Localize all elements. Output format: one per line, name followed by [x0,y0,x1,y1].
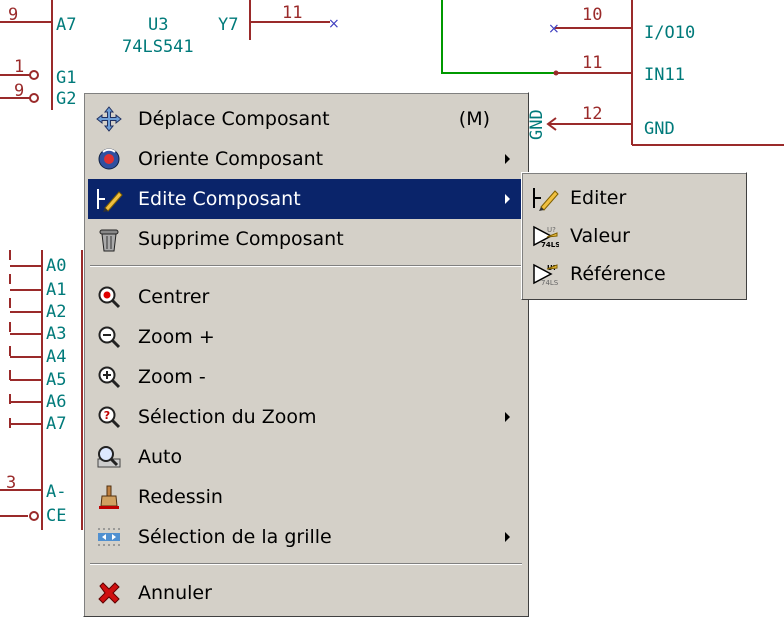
zoom-out-icon [94,362,124,392]
pin-number: 11 [582,53,602,73]
pin-number: 9 [8,5,18,25]
pin-label-a7: A7 [56,15,76,35]
pin-number: 11 [282,3,302,23]
gnd-symbol-label: GND [527,109,547,140]
zoom-center-icon [94,282,124,312]
menu-item-label: Annuler [138,582,212,604]
menu-item-label: Oriente Composant [138,148,324,170]
context-menu: Déplace Composant (M) Oriente Composant … [83,92,529,617]
pin-number: 10 [582,5,602,25]
menu-item-label: Redessin [138,486,223,508]
menu-item-label: Edite Composant [138,188,301,210]
menu-item-zoom-in[interactable]: Zoom + [88,317,524,357]
zoom-auto-icon [94,442,124,472]
cancel-x-icon [94,578,124,608]
pin-label-g2: G2 [56,89,76,109]
menu-item-zoom-auto[interactable]: Auto [88,437,524,477]
redraw-brush-icon [94,482,124,512]
shortcut-hint: (M) [458,108,490,130]
menu-item-label: Supprime Composant [138,228,344,250]
pin-label-a2: A2 [46,302,66,322]
pin-label-in11: IN11 [644,65,685,85]
menu-item-cancel[interactable]: Annuler [88,573,524,613]
svg-text:74LS: 74LS [541,279,559,287]
component-value: 74LS541 [122,37,194,57]
pin-number: 3 [6,473,16,493]
pin-label-a4: A4 [46,347,66,367]
pin-label-a6: A6 [46,392,66,412]
menu-item-redraw[interactable]: Redessin [88,477,524,517]
submenu-arrow-icon [505,154,510,164]
menu-item-delete-component[interactable]: Supprime Composant [88,219,524,259]
pin-label-a0: A0 [46,256,66,276]
menu-item-label: Centrer [138,286,210,308]
pin-label-a1: A1 [46,280,66,300]
menu-item-label: Auto [138,446,183,468]
menu-separator [90,265,522,267]
pin-label-a3: A3 [46,324,66,344]
grid-icon [94,522,124,552]
menu-item-orient-component[interactable]: Oriente Composant [88,139,524,179]
pin-label-a: A- [46,482,66,502]
menu-item-label: Zoom + [138,326,215,348]
svg-text:74LS: 74LS [541,241,559,249]
reference-field-icon: U?74LS [530,259,560,289]
menu-item-zoom-out[interactable]: Zoom - [88,357,524,397]
pin-label-ce: CE [46,506,66,526]
no-connect-marker: × [328,16,340,32]
edit-pencil-icon [530,183,560,213]
edit-submenu: Editer U?74LS Valeur U?74LS Référence [521,172,747,300]
no-connect-marker: × [548,21,560,37]
svg-text:U?: U? [547,226,556,234]
pin-number: 9 [14,81,24,101]
menu-item-move-component[interactable]: Déplace Composant (M) [88,99,524,139]
pin-label-y7: Y7 [218,15,238,35]
pin-number: 1 [14,57,24,77]
pin-label-g1: G1 [56,68,76,88]
pin-label-a7: A7 [46,414,66,434]
menu-item-label: Sélection de la grille [138,526,332,548]
submenu-item-edit[interactable]: Editer [526,179,742,217]
submenu-arrow-icon [505,412,510,422]
menu-item-label: Editer [570,187,627,209]
move-arrows-icon [94,104,124,134]
pin-label-io10: I/O10 [644,23,695,43]
menu-item-center[interactable]: Centrer [88,277,524,317]
menu-separator [90,563,522,565]
menu-item-edit-component[interactable]: Edite Composant [88,179,524,219]
zoom-select-icon: ? [94,402,124,432]
value-field-icon: U? 74LS [530,221,560,251]
component-reference: U3 [148,15,168,35]
menu-item-label: Valeur [570,225,630,247]
pin-label-a5: A5 [46,370,66,390]
menu-item-label: Référence [570,263,666,285]
edit-pencil-icon [94,184,124,214]
submenu-item-value[interactable]: U? 74LS Valeur [526,217,742,255]
menu-item-zoom-selection[interactable]: ? Sélection du Zoom [88,397,524,437]
pin-number: 12 [582,104,602,124]
rotate-icon [94,144,124,174]
menu-item-grid-selection[interactable]: Sélection de la grille [88,517,524,557]
submenu-item-reference[interactable]: U?74LS Référence [526,255,742,293]
menu-item-label: Sélection du Zoom [138,406,317,428]
menu-item-label: Zoom - [138,366,206,388]
submenu-arrow-icon [505,532,510,542]
trash-can-icon [94,224,124,254]
zoom-in-icon [94,322,124,352]
pin-label-gnd: GND [644,119,675,139]
svg-text:?: ? [104,409,110,422]
submenu-arrow-icon [505,194,510,204]
